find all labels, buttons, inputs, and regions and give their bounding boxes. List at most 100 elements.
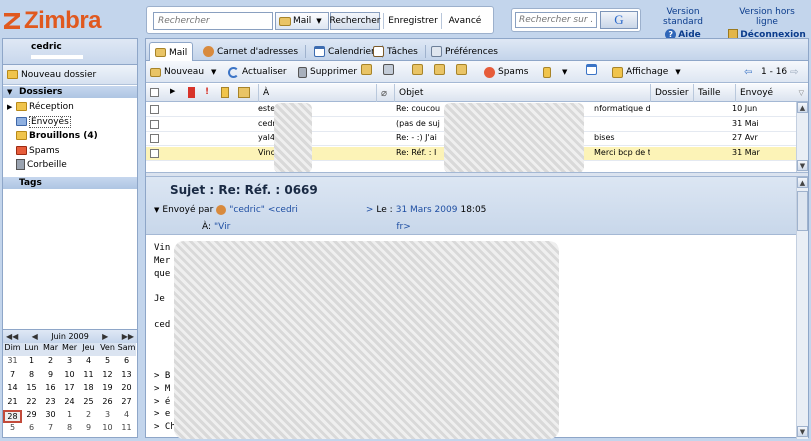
calendar-day[interactable]: 10 bbox=[60, 370, 79, 383]
calendar-day[interactable]: 28 bbox=[3, 409, 22, 424]
calendar-day[interactable]: 4 bbox=[79, 356, 98, 369]
calendar-day[interactable]: 12 bbox=[98, 370, 117, 383]
folder-spam[interactable]: Spams bbox=[16, 144, 59, 157]
scroll-down-icon[interactable]: ▼ bbox=[797, 160, 808, 171]
message-date[interactable]: 31 Mars 2009 bbox=[396, 205, 458, 215]
calendar-day[interactable]: 5 bbox=[98, 356, 117, 369]
calendar-day[interactable]: 13 bbox=[117, 370, 136, 383]
calendar-day[interactable]: 9 bbox=[79, 423, 98, 436]
calendar-day[interactable]: 17 bbox=[60, 383, 79, 396]
tab-mail[interactable]: Mail bbox=[149, 42, 194, 62]
calendar-day[interactable]: 6 bbox=[117, 356, 136, 369]
select-all-checkbox[interactable] bbox=[150, 88, 159, 97]
forward-icon[interactable] bbox=[456, 64, 467, 75]
search-input[interactable] bbox=[153, 12, 273, 30]
move-icon[interactable] bbox=[361, 64, 372, 75]
sender-email[interactable]: <cedri bbox=[268, 205, 298, 215]
tags-header[interactable]: Tags bbox=[3, 177, 137, 189]
view-button[interactable]: Affichage ▼ bbox=[612, 64, 681, 80]
recipient-name[interactable]: "Vir bbox=[214, 222, 230, 232]
row-checkbox[interactable] bbox=[150, 105, 159, 114]
calendar-day[interactable]: 7 bbox=[3, 370, 22, 383]
calendar-day[interactable]: 1 bbox=[22, 356, 41, 369]
delete-button[interactable]: Supprimer bbox=[298, 64, 357, 80]
calendar-day[interactable]: 1 bbox=[60, 410, 79, 423]
search-button[interactable]: Rechercher bbox=[330, 12, 380, 30]
tab-tasks[interactable]: Tâches bbox=[368, 42, 426, 61]
calendar-day[interactable]: 11 bbox=[79, 370, 98, 383]
list-scrollbar[interactable]: ▲ ▼ bbox=[796, 102, 808, 172]
tag-icon[interactable] bbox=[221, 87, 229, 98]
spam-button[interactable]: Spams bbox=[484, 64, 528, 80]
calendar-day[interactable]: 26 bbox=[98, 397, 117, 410]
calendar-day[interactable]: 2 bbox=[41, 356, 60, 369]
new-folder-button[interactable]: Nouveau dossier bbox=[3, 65, 137, 85]
tag-button[interactable]: ▼ bbox=[543, 64, 567, 80]
message-scrollbar[interactable]: ▲ ▼ bbox=[796, 177, 808, 439]
calendar-day[interactable]: 6 bbox=[22, 423, 41, 436]
calendar-day[interactable]: 29 bbox=[22, 410, 41, 423]
scroll-up-icon[interactable]: ▲ bbox=[797, 102, 808, 113]
prev-month-icon[interactable]: ◀ bbox=[32, 332, 38, 341]
calendar-day[interactable]: 3 bbox=[98, 410, 117, 423]
status-icon[interactable] bbox=[238, 87, 250, 98]
prev-page-icon[interactable]: ⇦ bbox=[744, 64, 752, 80]
priority-icon[interactable]: ! bbox=[205, 87, 209, 97]
refresh-button[interactable]: Actualiser bbox=[228, 64, 287, 80]
folder-inbox[interactable]: ▶ Réception bbox=[7, 100, 74, 113]
prev-year-icon[interactable]: ◀◀ bbox=[6, 332, 18, 341]
calendar-day[interactable]: 22 bbox=[22, 397, 41, 410]
folder-trash[interactable]: Corbeille bbox=[16, 158, 67, 171]
sender-name[interactable]: "cedric" bbox=[229, 205, 265, 215]
print-icon[interactable] bbox=[383, 64, 394, 75]
calendar-day[interactable]: 14 bbox=[3, 383, 22, 396]
next-year-icon[interactable]: ▶▶ bbox=[122, 332, 134, 341]
calendar-day[interactable]: 9 bbox=[41, 370, 60, 383]
calendar-day[interactable]: 20 bbox=[117, 383, 136, 396]
calendar-day[interactable]: 11 bbox=[117, 423, 136, 436]
calendar-day[interactable]: 4 bbox=[117, 410, 136, 423]
detach-icon[interactable] bbox=[586, 64, 597, 75]
reply-icon[interactable] bbox=[412, 64, 423, 75]
calendar-day[interactable]: 21 bbox=[3, 397, 22, 410]
flag-icon[interactable] bbox=[188, 87, 195, 98]
calendar-day[interactable]: 25 bbox=[79, 397, 98, 410]
folder-drafts[interactable]: Brouillons (4) bbox=[16, 129, 98, 142]
calendar-day[interactable]: 24 bbox=[60, 397, 79, 410]
calendar-day[interactable]: 10 bbox=[98, 423, 117, 436]
calendar-day[interactable]: 31 bbox=[3, 356, 22, 369]
standard-version-link[interactable]: Version standard bbox=[648, 7, 718, 27]
new-button[interactable]: Nouveau ▼ bbox=[150, 64, 216, 80]
scroll-down-icon[interactable]: ▼ bbox=[797, 426, 808, 437]
row-checkbox[interactable] bbox=[150, 134, 159, 143]
calendar-day[interactable]: 5 bbox=[3, 423, 22, 436]
column-subject[interactable]: Objet bbox=[394, 84, 650, 102]
row-checkbox[interactable] bbox=[150, 119, 159, 129]
column-to[interactable]: À bbox=[258, 84, 376, 102]
expand-icon[interactable]: ▶ bbox=[170, 87, 175, 95]
reply-all-icon[interactable] bbox=[434, 64, 445, 75]
save-search-button[interactable]: Enregistrer bbox=[387, 12, 439, 30]
calendar-day[interactable]: 2 bbox=[79, 410, 98, 423]
calendar-day[interactable]: 19 bbox=[98, 383, 117, 396]
next-month-icon[interactable]: ▶ bbox=[102, 332, 108, 341]
column-size[interactable]: Taille bbox=[693, 84, 735, 102]
scroll-thumb[interactable] bbox=[797, 191, 808, 231]
advanced-search-button[interactable]: Avancé bbox=[444, 12, 486, 30]
next-page-icon[interactable]: ⇨ bbox=[790, 64, 798, 80]
column-folder[interactable]: Dossier bbox=[650, 84, 693, 102]
column-sent[interactable]: Envoyé ▽ bbox=[735, 84, 808, 102]
row-checkbox[interactable] bbox=[150, 148, 159, 158]
calendar-day[interactable]: 7 bbox=[41, 423, 60, 436]
calendar-day[interactable]: 18 bbox=[79, 383, 98, 396]
calendar-day[interactable]: 8 bbox=[60, 423, 79, 436]
scroll-up-icon[interactable]: ▲ bbox=[797, 177, 808, 188]
collapse-icon[interactable]: ▼ bbox=[154, 206, 159, 214]
folders-header[interactable]: ▼ Dossiers bbox=[3, 86, 137, 98]
column-attachment[interactable]: ⌀ bbox=[376, 84, 394, 102]
search-type-dropdown[interactable]: Mail ▼ bbox=[275, 12, 329, 30]
calendar-day[interactable]: 16 bbox=[41, 383, 60, 396]
calendar-day[interactable]: 30 bbox=[41, 410, 60, 423]
calendar-day[interactable]: 3 bbox=[60, 356, 79, 369]
tab-address-book[interactable]: Carnet d'adresses bbox=[198, 42, 307, 61]
